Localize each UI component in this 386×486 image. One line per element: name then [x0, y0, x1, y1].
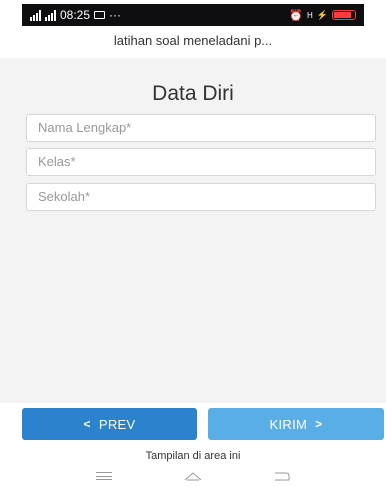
status-more: ··· — [109, 8, 122, 22]
status-right: ⏰ H ⚡ — [289, 9, 356, 22]
alarm-icon: ⏰ — [289, 9, 303, 22]
app-title: latihan soal meneladani p... — [113, 33, 273, 48]
prev-button-label: PREV — [98, 416, 136, 432]
kelas-field[interactable]: Kelas* — [26, 148, 376, 176]
nama-lengkap-field[interactable]: Nama Lengkap* — [26, 114, 376, 142]
page-title: Data Diri — [152, 82, 234, 105]
kirim-button-label: KIRIM — [269, 416, 308, 432]
sekolah-field[interactable]: Sekolah* — [26, 183, 376, 211]
status-time: 08:25 — [60, 8, 91, 22]
battery-icon — [332, 10, 356, 20]
back-icon[interactable] — [274, 471, 290, 481]
network-type-icon: H — [307, 10, 313, 20]
status-left: 08:25 ··· — [30, 8, 121, 22]
chevron-left-icon: < — [83, 417, 91, 431]
area-note: Tampilan di area ini — [145, 450, 241, 462]
status-bar: 08:25 ··· ⏰ H ⚡ — [22, 4, 364, 26]
form-content: Data Diri Nama Lengkap* Kelas* Sekolah* — [0, 58, 386, 403]
signal-icon — [30, 9, 41, 21]
signal-icon-2 — [45, 9, 56, 21]
kirim-button[interactable]: KIRIM > — [208, 408, 384, 440]
charging-icon: ⚡ — [316, 9, 328, 20]
home-icon[interactable] — [184, 471, 202, 481]
prev-button[interactable]: < PREV — [22, 408, 197, 440]
message-icon — [94, 11, 106, 19]
system-nav-bar — [0, 466, 386, 486]
chevron-right-icon: > — [315, 417, 323, 431]
menu-icon[interactable] — [96, 472, 112, 480]
